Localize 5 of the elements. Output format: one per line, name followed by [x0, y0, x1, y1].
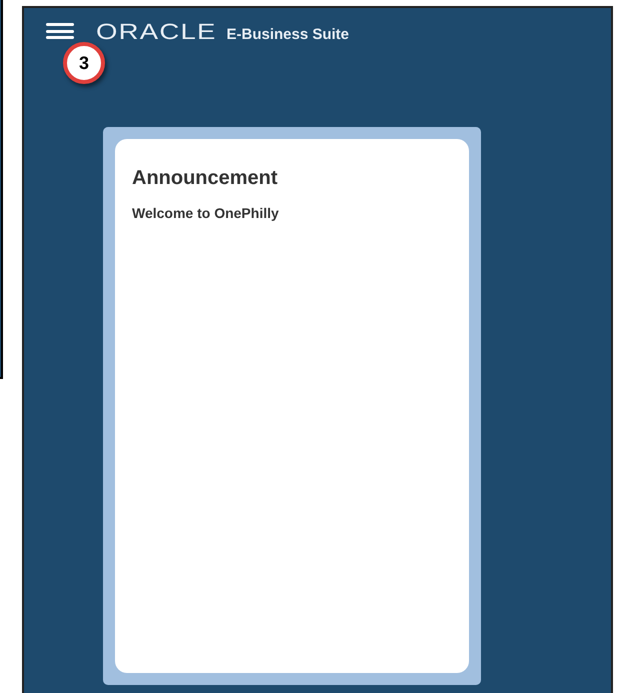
product-name: E-Business Suite	[226, 27, 350, 42]
oracle-logo: ORACLE	[96, 21, 217, 43]
announcement-message: Welcome to OnePhilly	[132, 204, 280, 223]
menu-icon[interactable]	[46, 21, 74, 41]
announcement-title: Announcement	[132, 166, 279, 191]
